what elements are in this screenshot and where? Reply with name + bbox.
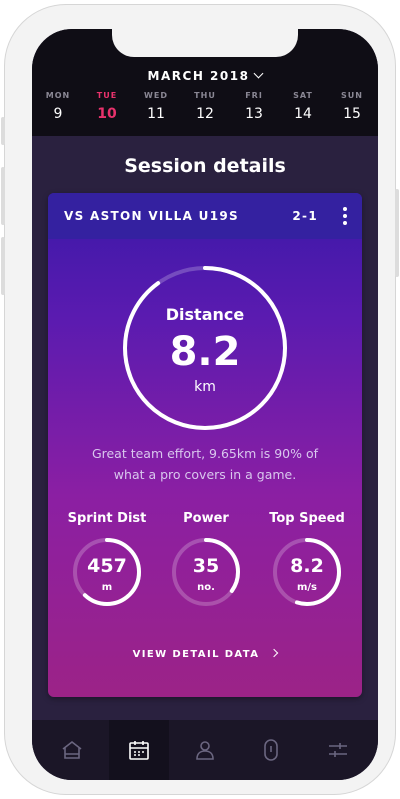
app-screen: MARCH 2018 MON 9 TUE 10 WED 11 THU 12 FR…: [32, 29, 378, 780]
opponent-label: VS ASTON VILLA U19S: [64, 209, 239, 223]
month-label: MARCH 2018: [147, 69, 250, 83]
day-thu[interactable]: THU 12: [185, 91, 225, 122]
day-name: FRI: [245, 91, 263, 100]
distance-value: 8.2: [169, 329, 241, 375]
stat-unit: m: [101, 582, 113, 593]
stat-top-speed[interactable]: Top Speed 8.2 m/s: [262, 511, 352, 606]
bottom-tab-bar: [32, 720, 378, 780]
day-date: 15: [343, 106, 361, 122]
stat-label: Power: [183, 511, 229, 526]
distance-unit: km: [194, 379, 216, 395]
stat-value: 35: [192, 555, 220, 577]
more-options-icon[interactable]: [342, 207, 348, 227]
day-wed[interactable]: WED 11: [136, 91, 176, 122]
tab-home[interactable]: [42, 720, 102, 780]
power-button: [395, 189, 399, 277]
day-name: TUE: [96, 91, 118, 100]
day-name: SAT: [293, 91, 313, 100]
view-detail-data-link[interactable]: VIEW DETAIL DATA: [48, 648, 362, 660]
mute-switch: [1, 117, 5, 145]
week-strip: MON 9 TUE 10 WED 11 THU 12 FRI 13 SAT 14…: [36, 91, 376, 131]
stat-value: 8.2: [290, 555, 324, 577]
day-date: 10: [97, 106, 117, 122]
day-date: 9: [53, 106, 63, 122]
stat-power[interactable]: Power 35 no.: [161, 511, 251, 606]
stat-sprint-distance[interactable]: Sprint Dist 457 m: [62, 511, 152, 606]
summary-message: Great team effort, 9.65km is 90% of what…: [91, 446, 319, 482]
day-date: 14: [294, 106, 312, 122]
day-date: 12: [196, 106, 214, 122]
day-tue[interactable]: TUE 10: [87, 91, 127, 122]
match-header: VS ASTON VILLA U19S 2-1: [48, 193, 362, 239]
volume-down-button: [1, 237, 5, 295]
profile-icon: [196, 741, 214, 760]
stat-label: Sprint Dist: [67, 511, 147, 526]
day-name: MON: [45, 91, 71, 100]
chevron-down-icon: [254, 68, 264, 79]
tab-device[interactable]: [241, 720, 301, 780]
settings-sliders-icon: [329, 743, 347, 757]
stat-label: Top Speed: [269, 511, 345, 526]
day-name: THU: [194, 91, 216, 100]
stat-unit: no.: [197, 582, 215, 593]
calendar-icon: [129, 741, 149, 760]
home-icon: [62, 740, 82, 759]
session-card: VS ASTON VILLA U19S 2-1 Distance 8.2 km …: [48, 193, 362, 697]
detail-link-label: VIEW DETAIL DATA: [132, 649, 260, 660]
day-mon[interactable]: MON 9: [38, 91, 78, 122]
match-score: 2-1: [292, 209, 318, 223]
notch: [112, 29, 298, 57]
distance-label: Distance: [165, 305, 245, 324]
day-name: SUN: [341, 91, 363, 100]
stat-value: 457: [87, 555, 127, 577]
day-sat[interactable]: SAT 14: [283, 91, 323, 122]
phone-frame: MARCH 2018 MON 9 TUE 10 WED 11 THU 12 FR…: [1, 4, 399, 795]
device-icon: [264, 739, 278, 761]
day-name: WED: [144, 91, 168, 100]
day-date: 11: [147, 106, 165, 122]
tab-calendar[interactable]: [109, 720, 169, 780]
tab-settings[interactable]: [308, 720, 368, 780]
volume-up-button: [1, 167, 5, 225]
page-title: Session details: [124, 155, 286, 177]
month-selector[interactable]: MARCH 2018: [32, 68, 378, 83]
day-sun[interactable]: SUN 15: [332, 91, 372, 122]
day-date: 13: [245, 106, 263, 122]
stat-unit: m/s: [296, 582, 318, 593]
day-fri[interactable]: FRI 13: [234, 91, 274, 122]
chevron-right-icon: [270, 648, 279, 658]
tab-profile[interactable]: [175, 720, 235, 780]
